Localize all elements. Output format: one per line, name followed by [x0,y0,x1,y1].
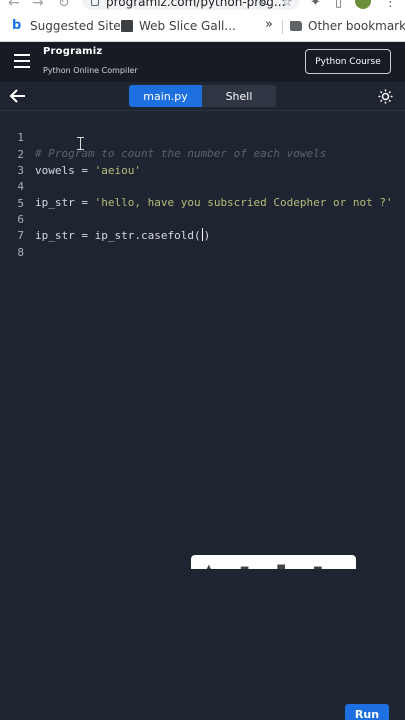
app-header: Programiz Python Online Compiler Python … [0,42,405,82]
code-line[interactable]: 4 ip_str = 'hello, have you subscried Co… [0,163,405,209]
folder-icon [290,21,302,31]
bookmark-label: Web Slice Gall... [139,19,236,33]
web-slice-icon [121,20,133,32]
sidebar-icon[interactable]: ▯ [335,0,342,10]
floating-toolbar-popup[interactable]: ▲ ▬ ■ ▬ ▲ [191,555,356,569]
more-bookmarks-chevron-icon[interactable]: » [265,17,273,32]
browser-chrome: ← → ↻ programiz.com/python-prog... < ☆ ✦… [0,0,405,42]
bookmark-label: Other bookmarks [308,19,405,33]
app-subtitle: Python Online Compiler [43,66,138,75]
bookmarks-bar: b Suggested Sites Web Slice Gall... » Ot… [0,14,405,40]
run-button[interactable]: Run [345,704,389,720]
logo[interactable]: Programiz [43,46,102,57]
other-bookmarks-folder[interactable]: Other bookmarks [290,19,405,33]
bing-icon: b [12,18,22,33]
kebab-menu-icon[interactable]: ⋮ [384,0,397,10]
back-arrow-icon[interactable] [9,88,27,104]
python-course-button[interactable]: Python Course [305,49,391,74]
code-line[interactable]: 5 [0,180,405,210]
reload-icon[interactable]: ↻ [58,0,70,11]
code-editor[interactable]: 1 # Program to count the number of each … [0,112,405,702]
editor-toolbar: main.py Shell [0,82,405,111]
puzzle-icon[interactable]: ✦ [310,0,321,10]
back-nav-icon[interactable]: ← [8,0,20,11]
bookmark-suggested-sites[interactable]: b Suggested Sites [12,19,127,33]
popup-icons: ▲ ▬ ■ ▬ ▲ [205,563,335,569]
theme-toggle-icon[interactable] [378,89,393,104]
tab-main-py[interactable]: main.py [129,85,202,107]
code-line[interactable]: 1 # Program to count the number of each … [0,114,405,160]
code-line[interactable]: 6 ip_str = ip_str.casefold() [0,196,405,242]
address-bar-row: ← → ↻ programiz.com/python-prog... < ☆ ✦… [0,0,405,12]
bookmarks-divider [282,20,283,34]
bookmark-web-slice[interactable]: Web Slice Gall... [121,19,236,33]
mouse-ibeam-cursor-icon [77,137,86,150]
star-icon[interactable]: ☆ [281,0,293,10]
bookmark-label: Suggested Sites [30,19,127,33]
code-line[interactable]: 8 [0,229,405,259]
profile-avatar[interactable] [355,0,371,9]
forward-nav-icon[interactable]: → [32,0,44,11]
line-number: 8 [17,246,24,259]
menu-icon[interactable] [14,54,30,68]
lock-icon[interactable] [91,0,99,6]
file-tabs: main.py Shell [129,85,276,107]
share-icon[interactable]: < [258,0,269,10]
tab-shell[interactable]: Shell [202,85,276,107]
code-line[interactable]: 2 vowels = 'aeiou' [0,131,405,177]
code-line[interactable]: 7 [0,212,405,242]
code-line[interactable]: 3 [0,147,405,177]
